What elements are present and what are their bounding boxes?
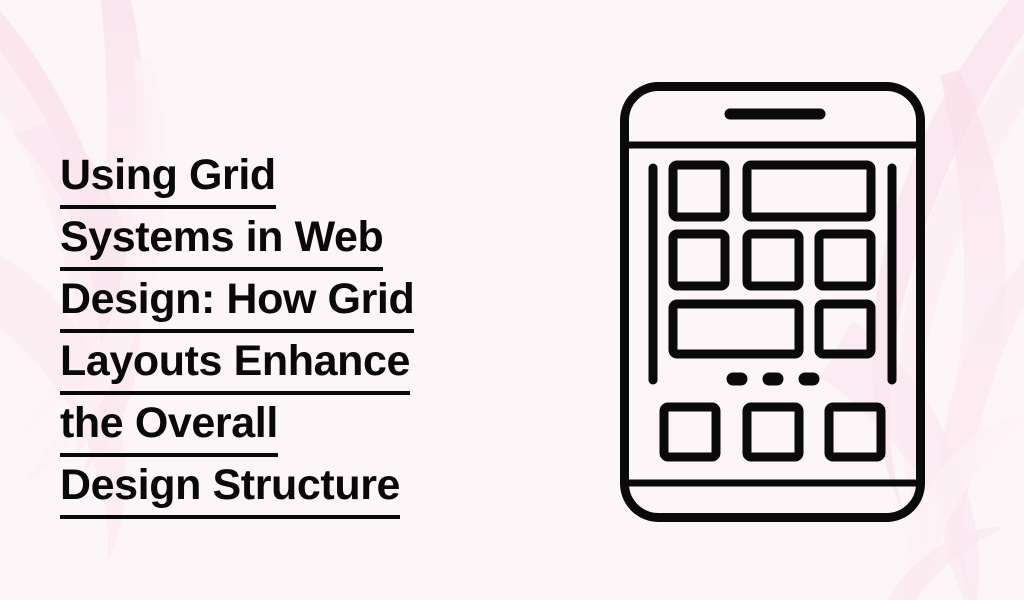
title-line-4: Layouts Enhance <box>60 333 530 396</box>
title-line-2: Systems in Web <box>60 209 530 272</box>
slide-canvas: Using Grid Systems in Web Design: How Gr… <box>0 0 1024 600</box>
block-r1-c1 <box>668 160 730 222</box>
block-r2-c2 <box>742 229 804 291</box>
page-title: Using Grid Systems in Web Design: How Gr… <box>60 147 530 520</box>
block-r4-c3 <box>824 402 886 462</box>
title-line-1: Using Grid <box>60 147 530 210</box>
title-line-6: Design Structure <box>60 457 530 520</box>
mobile-grid-layout-illustration <box>605 68 945 533</box>
block-r4-c1 <box>659 402 721 462</box>
block-r1-wide <box>742 160 876 222</box>
block-r2-c1 <box>668 229 730 291</box>
block-r3-c3 <box>814 299 876 359</box>
title-line-5: the Overall <box>60 395 530 458</box>
title-line-3: Design: How Grid <box>60 271 530 334</box>
block-r4-c2 <box>742 402 804 462</box>
block-r2-c3 <box>814 229 876 291</box>
block-r3-wide <box>668 299 804 359</box>
